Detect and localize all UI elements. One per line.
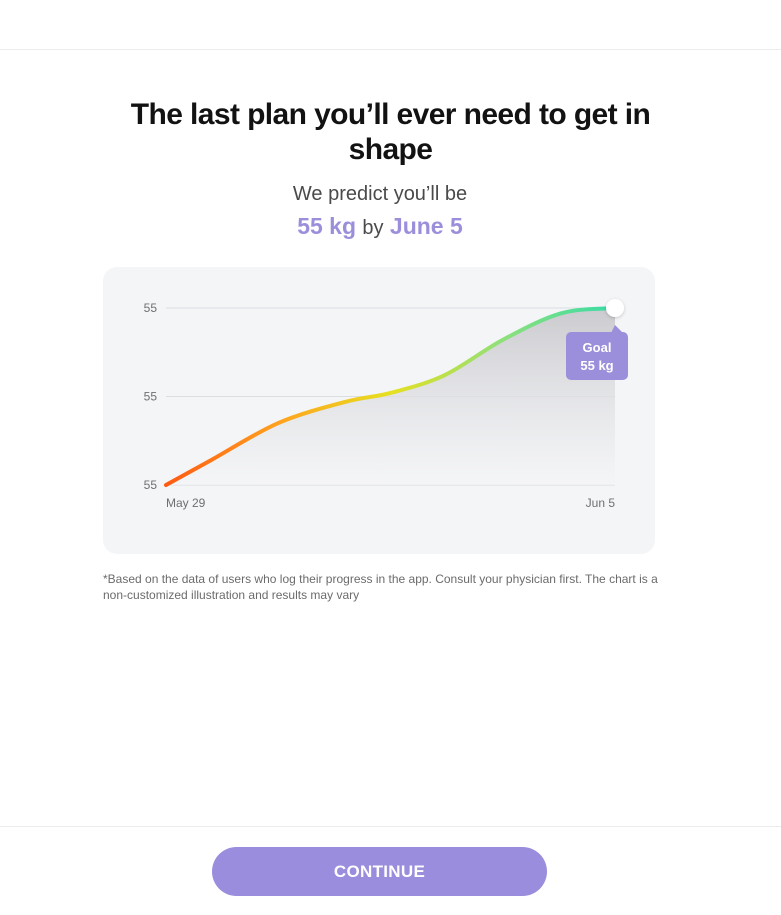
continue-button[interactable]: CONTINUE	[212, 847, 547, 896]
y-tick-label: 55	[144, 301, 158, 315]
goal-value: 55 kg	[580, 358, 613, 373]
goal-label: Goal	[583, 340, 612, 355]
prediction-intro: We predict you’ll be	[292, 183, 468, 205]
x-tick-label-end: Jun 5	[586, 496, 616, 510]
predicted-date: June 5	[389, 213, 463, 239]
predicted-weight: 55 kg	[297, 213, 357, 239]
weight-chart: 55 55 55 Goal 55 kg May 29 Jun 5	[144, 299, 628, 510]
y-tick-label: 55	[144, 478, 158, 492]
goal-tooltip: Goal 55 kg	[566, 325, 628, 380]
prediction-summary: 55 kg by June 5	[0, 213, 760, 240]
x-tick-label-start: May 29	[166, 496, 206, 510]
prediction-connector: by	[362, 217, 384, 239]
disclaimer-text: *Based on the data of users who log thei…	[103, 572, 658, 602]
y-tick-label: 55	[144, 390, 158, 404]
top-bar	[0, 0, 781, 50]
page-title: The last plan you’ll ever need to get in…	[130, 98, 651, 166]
weight-chart-card: 55 55 55 Goal 55 kg May 29 Jun 5	[103, 267, 655, 554]
goal-marker	[606, 299, 624, 317]
